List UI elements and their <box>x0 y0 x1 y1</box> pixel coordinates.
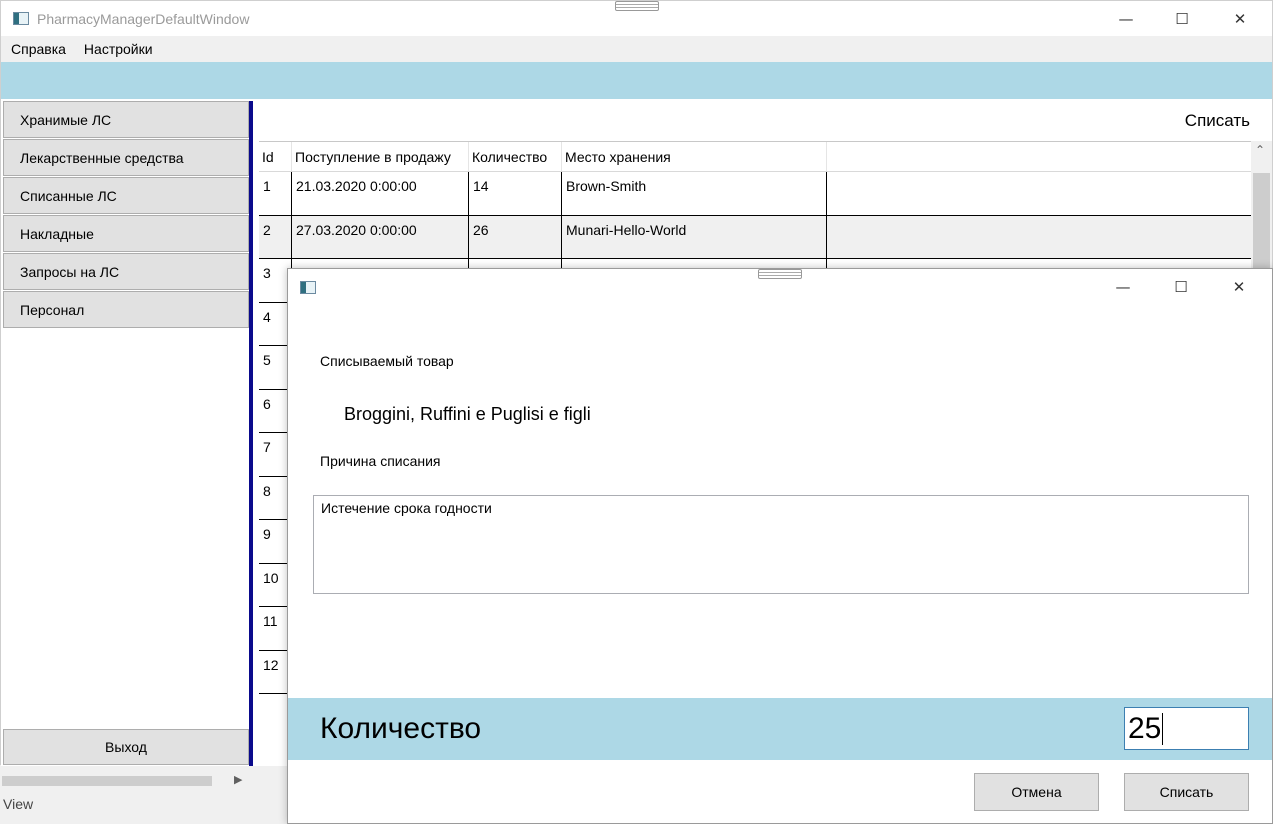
minimize-icon[interactable]: — <box>1097 1 1155 36</box>
sidebar-item-invoices[interactable]: Накладные <box>3 215 249 252</box>
cell-quantity: 26 <box>469 215 562 258</box>
cell-filler <box>827 172 1251 215</box>
reason-caption: Причина списания <box>320 453 441 469</box>
drag-grip-icon[interactable] <box>615 1 659 11</box>
product-name: Broggini, Ruffini e Puglisi e figli <box>344 404 591 424</box>
menu-help[interactable]: Справка <box>11 41 66 57</box>
quantity-label: Количество <box>320 712 482 745</box>
product-caption: Списываемый товар <box>320 353 454 369</box>
dialog-titlebar[interactable]: — ☐ ✕ <box>288 269 1272 305</box>
quantity-band: Количество 25 <box>288 698 1272 760</box>
dialog-drag-grip-icon[interactable] <box>758 269 802 279</box>
sidebar-item-written-off[interactable]: Списанные ЛС <box>3 177 249 214</box>
window-title: PharmacyManagerDefaultWindow <box>37 10 250 27</box>
reason-textbox[interactable]: Истечение срока годности <box>313 495 1249 594</box>
quantity-input[interactable]: 25 <box>1124 707 1249 750</box>
text-caret <box>1162 712 1164 745</box>
table-row[interactable]: 1 21.03.2020 0:00:00 14 Brown-Smith <box>259 172 1251 216</box>
column-header-id[interactable]: Id <box>259 142 292 171</box>
column-header-location[interactable]: Место хранения <box>562 142 827 171</box>
scroll-up-icon[interactable]: ⌃ <box>1255 143 1265 157</box>
horizontal-scrollbar-thumb[interactable] <box>2 776 212 786</box>
write-off-dialog: — ☐ ✕ Списываемый товар Broggini, Ruffin… <box>287 268 1273 824</box>
column-header-date[interactable]: Поступление в продажу <box>292 142 469 171</box>
cell-quantity: 14 <box>469 172 562 215</box>
dialog-window-icon <box>300 280 316 294</box>
app-window-icon <box>13 12 29 25</box>
header-banner <box>1 62 1272 99</box>
confirm-write-off-button[interactable]: Списать <box>1124 773 1249 811</box>
dialog-close-icon[interactable]: ✕ <box>1210 269 1268 304</box>
status-view-label: View <box>3 796 34 812</box>
column-header-filler <box>827 142 1251 171</box>
cell-filler <box>827 216 1251 259</box>
menu-bar: Справка Настройки <box>1 36 1272 62</box>
cancel-button[interactable]: Отмена <box>974 773 1099 811</box>
menu-settings[interactable]: Настройки <box>84 41 153 57</box>
table-row[interactable]: 2 27.03.2020 0:00:00 26 Munari-Hello-World <box>259 215 1251 259</box>
cell-id: 1 <box>259 172 292 215</box>
exit-button[interactable]: Выход <box>3 729 249 765</box>
cell-location: Munari-Hello-World <box>562 215 827 258</box>
scroll-right-icon[interactable]: ▶ <box>234 773 242 786</box>
quantity-value: 25 <box>1128 711 1162 745</box>
column-header-quantity[interactable]: Количество <box>469 142 562 171</box>
table-header: Id Поступление в продажу Количество Мест… <box>259 142 1251 172</box>
sidebar-item-requests[interactable]: Запросы на ЛС <box>3 253 249 290</box>
main-titlebar[interactable]: PharmacyManagerDefaultWindow — ☐ ✕ <box>1 1 1272 36</box>
maximize-icon[interactable]: ☐ <box>1153 1 1211 36</box>
close-icon[interactable]: ✕ <box>1211 1 1269 36</box>
sidebar-item-medicines[interactable]: Лекарственные средства <box>3 139 249 176</box>
write-off-button[interactable]: Списать <box>1185 111 1250 131</box>
horizontal-scrollbar[interactable]: ▶ <box>0 772 250 790</box>
sidebar: Хранимые ЛС Лекарственные средства Списа… <box>1 101 249 766</box>
cell-id: 2 <box>259 215 292 258</box>
sidebar-item-stored-drugs[interactable]: Хранимые ЛС <box>3 101 249 138</box>
cell-location: Brown-Smith <box>562 172 827 215</box>
sidebar-item-staff[interactable]: Персонал <box>3 291 249 328</box>
cell-date: 27.03.2020 0:00:00 <box>292 215 469 258</box>
dialog-minimize-icon[interactable]: — <box>1094 269 1152 304</box>
dialog-maximize-icon[interactable]: ☐ <box>1152 269 1210 304</box>
cell-date: 21.03.2020 0:00:00 <box>292 172 469 215</box>
